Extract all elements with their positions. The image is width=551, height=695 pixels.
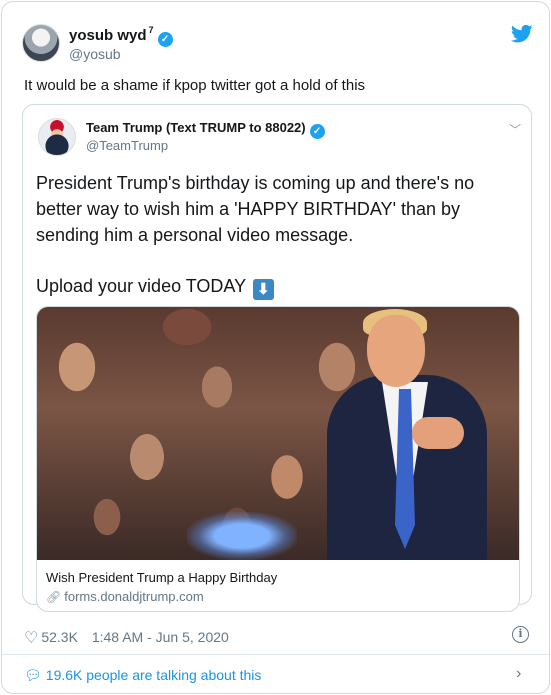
quoted-body: President Trump's birthday is coming up … (36, 173, 475, 245)
down-arrow-icon: ⬇ (252, 279, 274, 300)
link-title[interactable]: Wish President Trump a Happy Birthday (46, 570, 277, 585)
like-count[interactable]: 52.3K (41, 629, 78, 645)
heart-icon[interactable]: ♡ (24, 628, 38, 648)
name-badge: 7 (148, 25, 154, 35)
author-handle[interactable]: @yosub (69, 46, 121, 62)
author-avatar[interactable] (22, 24, 60, 62)
twitter-bird-icon[interactable] (511, 24, 533, 44)
embedded-tweet: yosub wyd 7✓ @yosub It would be a shame i… (1, 1, 550, 694)
link-domain[interactable]: 🔗︎ forms.donaldjtrump.com (46, 589, 204, 604)
divider (2, 654, 549, 655)
verified-icon: ✓ (309, 124, 325, 139)
chevron-down-icon[interactable]: ﹀ (509, 121, 521, 138)
quoted-handle[interactable]: @TeamTrump (86, 138, 168, 153)
quoted-tweet[interactable]: Team Trump (Text TRUMP to 88022) ✓ @TeamT… (22, 104, 532, 612)
quoted-avatar[interactable] (38, 118, 76, 156)
link-card-image[interactable] (37, 307, 519, 560)
tweet-text: It would be a shame if kpop twitter got … (24, 77, 366, 94)
quoted-display-name[interactable]: Team Trump (Text TRUMP to 88022) ✓ (86, 120, 325, 139)
timestamp[interactable]: 1:48 AM - Jun 5, 2020 (92, 629, 229, 645)
figure-head (367, 315, 425, 387)
tweet-meta: ♡ 52.3K 1:48 AM - Jun 5, 2020 (24, 628, 229, 648)
info-icon[interactable]: i (512, 626, 529, 643)
author-display-name[interactable]: yosub wyd 7✓ (69, 25, 173, 47)
link-card[interactable]: Wish President Trump a Happy Birthday 🔗︎… (36, 306, 520, 612)
upload-line: Upload your video TODAY ⬇ (36, 273, 274, 300)
comment-bubble-icon: 💬︎ (24, 667, 42, 683)
conversation-link[interactable]: 💬︎ 19.6K people are talking about this (24, 667, 261, 684)
figure-hand (412, 417, 464, 449)
verified-icon: ✓ (157, 32, 173, 47)
chevron-right-icon[interactable]: › (516, 665, 521, 683)
crowd-light (187, 512, 297, 560)
link-icon: 🔗︎ (46, 590, 62, 604)
